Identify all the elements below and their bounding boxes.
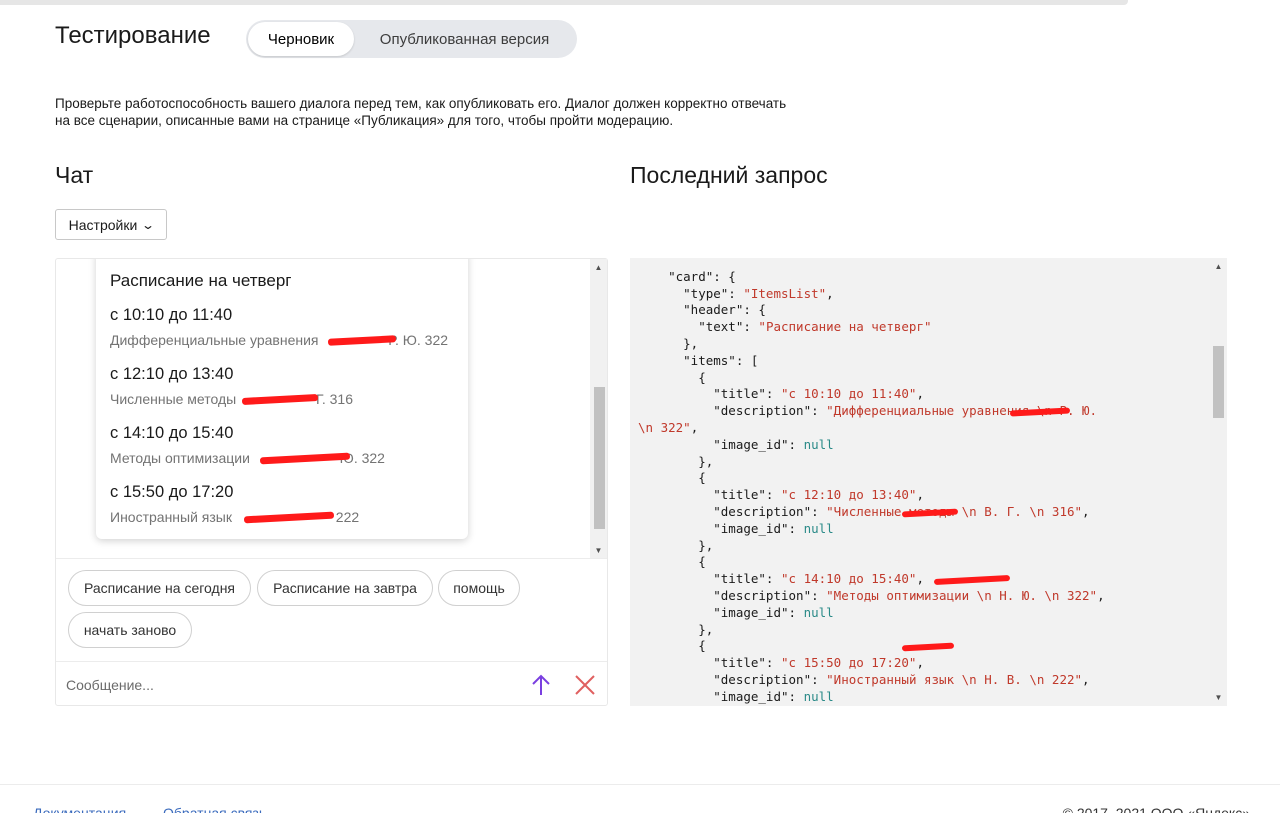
item-desc-text: Численные методы: [110, 391, 241, 407]
item-desc-text: Дифференциальные уравнения: [110, 332, 323, 348]
schedule-card: Расписание на четверг с 10:10 до 11:40 Д…: [96, 259, 468, 539]
item-description: Дифференциальные уравнения Р. Ю. 322: [110, 331, 454, 350]
code-line: "card": {: [638, 268, 736, 284]
scroll-up-icon[interactable]: ▲: [590, 259, 607, 276]
item-desc-text: Методы оптимизации: [110, 450, 254, 466]
list-item[interactable]: с 12:10 до 13:40 Численные методы Г. 316: [110, 364, 454, 423]
suggest-help-button[interactable]: помощь: [438, 570, 520, 606]
scroll-up-icon[interactable]: ▲: [1210, 258, 1227, 275]
request-json-code: "card": { "type": "ItemsList", "header":…: [638, 258, 1208, 706]
message-input[interactable]: [66, 670, 506, 700]
code-line: "title": "с 10:10 до 11:40",: [638, 386, 924, 402]
list-item[interactable]: с 10:10 до 11:40 Дифференциальные уравне…: [110, 305, 454, 364]
code-line: "title": "с 12:10 до 13:40",: [638, 487, 924, 503]
redaction-mark: [901, 642, 955, 652]
code-line: "image_id": null: [638, 604, 834, 620]
version-tabs: Черновик Опубликованная версия: [246, 20, 577, 58]
code-line: },: [638, 537, 714, 553]
tab-published[interactable]: Опубликованная версия: [354, 22, 575, 56]
code-line: "description": "Численные методы \n В. Г…: [638, 503, 1090, 519]
request-scrollbar[interactable]: ▲ ▼: [1210, 258, 1227, 706]
footer-divider: [0, 784, 1280, 785]
item-title: с 12:10 до 13:40: [110, 365, 234, 383]
chat-heading: Чат: [55, 162, 94, 188]
code-line: },: [638, 621, 714, 637]
browser-top-edge: [0, 0, 1280, 8]
item-title: с 15:50 до 17:20: [110, 483, 234, 501]
settings-button[interactable]: Настройки ⌄: [55, 209, 167, 240]
code-line: \n 322",: [638, 419, 699, 435]
suggest-today-button[interactable]: Расписание на сегодня: [68, 570, 251, 606]
scroll-down-icon[interactable]: ▼: [590, 542, 607, 558]
code-line: {: [638, 638, 1208, 655]
item-title: с 14:10 до 15:40: [110, 424, 234, 442]
code-line: "description": "Дифференциальные уравнен…: [638, 403, 1098, 419]
footer-copyright: © 2017–2021 ООО «Яндекс»: [1062, 805, 1250, 813]
code-line: {: [638, 470, 706, 486]
item-description: Численные методы Г. 316: [110, 390, 454, 409]
card-title: Расписание на четверг: [110, 271, 292, 290]
suggest-restart-button[interactable]: начать заново: [68, 612, 192, 648]
chevron-down-icon: ⌄: [141, 217, 156, 232]
tab-draft[interactable]: Черновик: [248, 22, 354, 56]
code-line: "description": "Иностранный язык \n Н. В…: [638, 671, 1090, 687]
page-title: Тестирование: [55, 22, 211, 49]
item-desc-text: Иностранный язык: [110, 509, 236, 525]
code-line: "image_id": null: [638, 436, 834, 452]
chat-panel: Расписание на четверг с 10:10 до 11:40 Д…: [55, 258, 608, 706]
code-line: "title": "с 15:50 до 17:20",: [638, 655, 924, 671]
code-line: },: [638, 453, 714, 469]
close-icon[interactable]: [571, 671, 599, 699]
intro-text: Проверьте работоспособность вашего диало…: [55, 96, 787, 128]
code-line: },: [638, 335, 699, 351]
code-line: "title": "с 14:10 до 15:40",: [638, 571, 1208, 588]
item-desc-tail: 222: [331, 509, 360, 525]
code-line: "image_id": null: [638, 520, 834, 536]
item-description: Методы оптимизации Ю. 322: [110, 449, 454, 468]
footer-link-docs[interactable]: Документация: [33, 805, 126, 813]
send-arrow-icon[interactable]: [528, 671, 554, 699]
redaction-mark: [241, 394, 319, 405]
scroll-thumb[interactable]: [594, 387, 605, 529]
settings-label: Настройки: [68, 216, 138, 233]
item-desc-tail: Г. 316: [312, 391, 354, 407]
item-title: с 10:10 до 11:40: [110, 306, 233, 324]
code-line: "items": [: [638, 352, 759, 368]
suggest-tomorrow-button[interactable]: Расписание на завтра: [257, 570, 433, 606]
message-input-row: [56, 661, 607, 705]
request-heading: Последний запрос: [630, 162, 828, 188]
code-line: "type": "ItemsList",: [638, 285, 834, 301]
list-item[interactable]: с 15:50 до 17:20 Иностранный язык 222: [110, 482, 454, 541]
request-json-panel[interactable]: "card": { "type": "ItemsList", "header":…: [630, 258, 1227, 706]
chat-messages[interactable]: Расписание на четверг с 10:10 до 11:40 Д…: [56, 259, 607, 559]
scroll-thumb[interactable]: [1213, 346, 1224, 418]
code-line: {: [638, 369, 706, 385]
chat-scrollbar[interactable]: ▲ ▼: [590, 259, 607, 558]
code-line: "image_id": null: [638, 688, 834, 704]
footer-link-feedback[interactable]: Обратная связь: [163, 805, 266, 813]
item-description: Иностранный язык 222: [110, 508, 454, 527]
code-line: "description": "Методы оптимизации \n Н.…: [638, 587, 1105, 603]
code-line: {: [638, 554, 706, 570]
code-line: "text": "Расписание на четверг": [638, 319, 932, 335]
redaction-mark: [933, 575, 1011, 586]
list-item[interactable]: с 14:10 до 15:40 Методы оптимизации Ю. 3…: [110, 423, 454, 482]
top-scroll-strip: [0, 0, 1128, 5]
scroll-down-icon[interactable]: ▼: [1210, 689, 1227, 706]
redaction-mark: [243, 511, 335, 524]
code-line: "header": {: [638, 302, 766, 318]
